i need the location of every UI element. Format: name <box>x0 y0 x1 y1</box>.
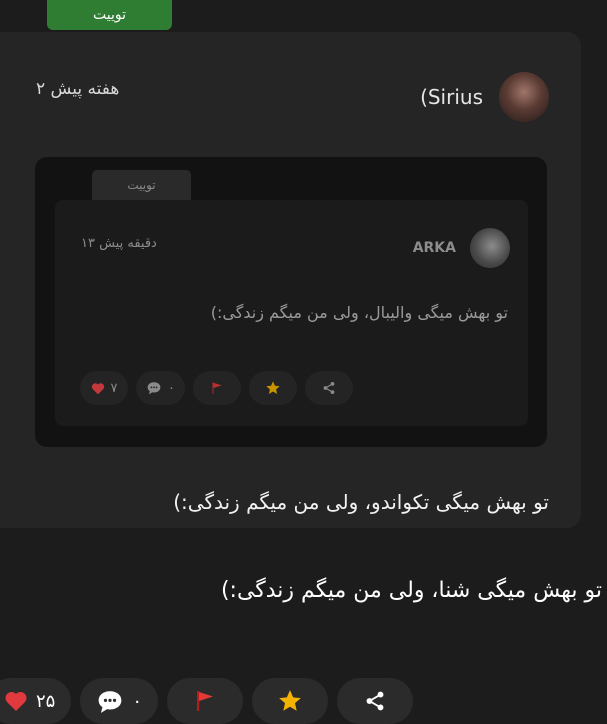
post-time: ۲ هفته پیش <box>36 79 120 99</box>
retweet-text: تو بهش میگی تکواندو، ولی من میگم زندگی:) <box>173 490 549 514</box>
retweet-card[interactable]: (Sirius ۲ هفته پیش توییت ARKA ۱۳ دقیقه پ… <box>0 32 581 528</box>
comment-bubble-icon <box>96 689 124 714</box>
quoted-like-count: ۷ <box>110 380 118 396</box>
quoted-author-name[interactable]: ARKA <box>413 240 456 256</box>
quoted-like-button[interactable]: ۷ <box>80 371 128 405</box>
quoted-tab-badge: توییت <box>92 170 191 200</box>
share-button[interactable] <box>337 678 414 724</box>
quoted-action-bar: ۷ ۰ <box>80 371 353 405</box>
comment-count: ۰ <box>132 690 143 712</box>
heart-icon <box>4 690 28 712</box>
star-icon <box>277 688 303 714</box>
quoted-tweet-body[interactable]: ARKA ۱۳ دقیقه پیش تو بهش میگی والیبال، و… <box>55 200 528 426</box>
share-icon <box>322 381 336 395</box>
quoted-share-button[interactable] <box>304 371 353 405</box>
flag-icon <box>193 689 217 713</box>
quoted-favorite-button[interactable] <box>248 371 297 405</box>
quoted-post-time: ۱۳ دقیقه پیش <box>81 236 157 251</box>
comment-button[interactable]: ۰ <box>80 678 159 724</box>
quoted-tweet[interactable]: توییت ARKA ۱۳ دقیقه پیش تو بهش میگی والی… <box>35 157 547 447</box>
quoted-comment-button[interactable]: ۰ <box>136 371 185 405</box>
avatar[interactable] <box>499 72 549 122</box>
quoted-report-button[interactable] <box>192 371 241 405</box>
like-button[interactable]: ۲۵ <box>0 678 72 724</box>
author-name[interactable]: (Sirius <box>420 85 483 109</box>
share-icon <box>364 690 386 712</box>
quoted-avatar[interactable] <box>470 228 510 268</box>
quoted-author-block[interactable]: ARKA <box>413 228 510 268</box>
favorite-button[interactable] <box>252 678 329 724</box>
action-bar: ۲۵ ۰ <box>0 678 414 724</box>
post-text: تو بهش میگی شنا، ولی من میگم زندگی:) <box>220 578 602 603</box>
star-icon <box>265 380 281 396</box>
heart-icon <box>91 382 105 395</box>
like-count: ۲۵ <box>36 690 56 712</box>
quoted-post-text: تو بهش میگی والیبال، ولی من میگم زندگی:) <box>210 303 508 322</box>
report-button[interactable] <box>167 678 244 724</box>
retweet-tab-badge: توییت <box>47 0 172 30</box>
quoted-comment-count: ۰ <box>168 380 175 396</box>
flag-icon <box>210 381 224 395</box>
comment-bubble-icon <box>146 381 162 395</box>
author-block[interactable]: (Sirius <box>420 72 549 122</box>
